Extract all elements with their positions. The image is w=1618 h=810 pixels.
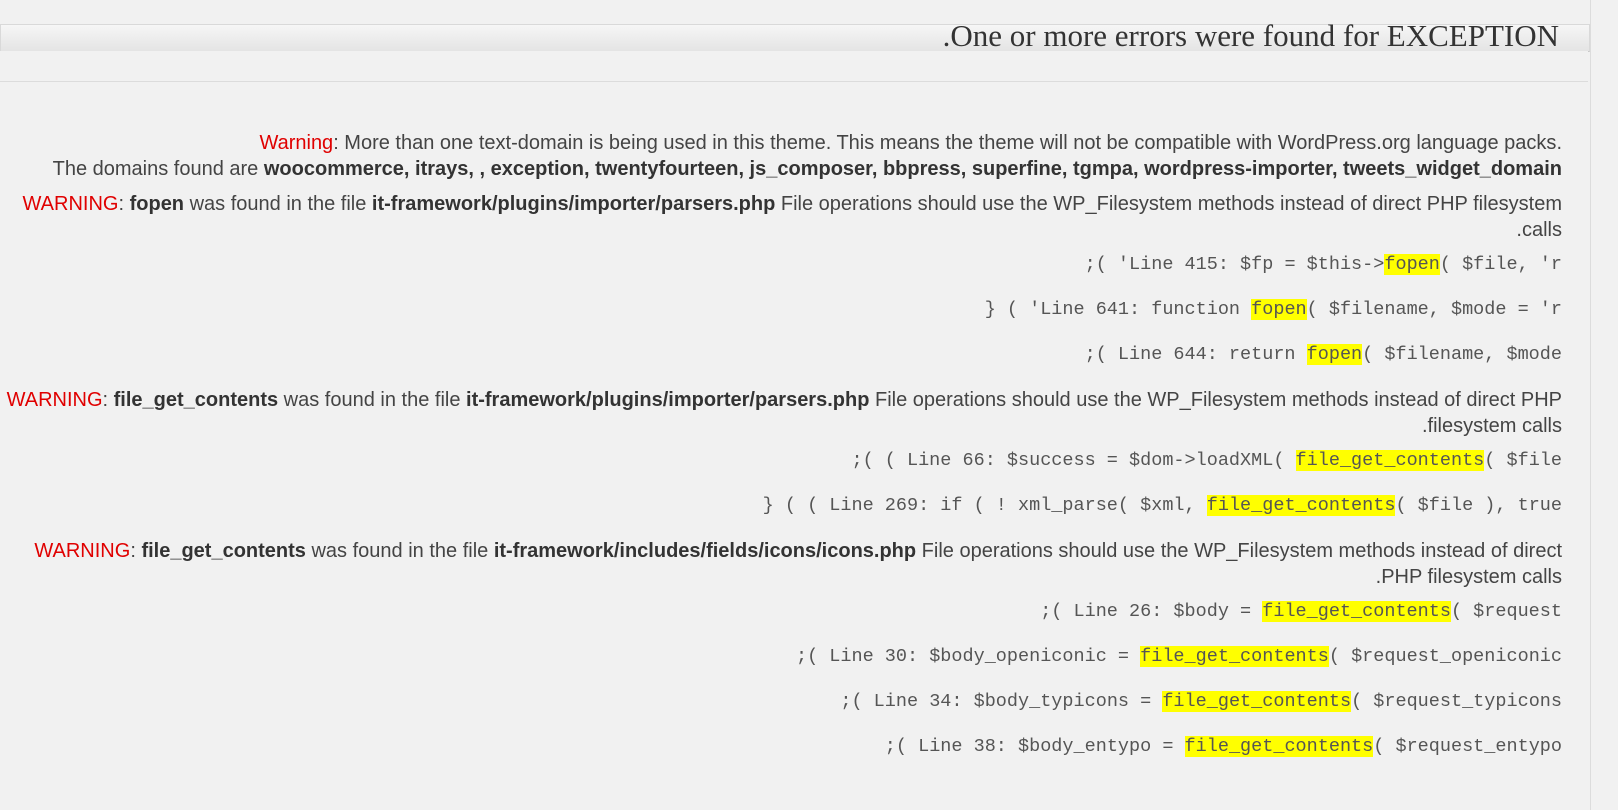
code-pre: ;( Line 644: return — [1084, 344, 1307, 365]
warning-label: WARNING — [34, 540, 131, 562]
code-line: ;( Line 38: $body_entypo = file_get_cont… — [2, 734, 1562, 760]
subheader-bar — [0, 51, 1588, 82]
code-post: ( $filename, $mode — [1362, 344, 1562, 365]
file-warning: WARNING: file_get_contents was found in … — [2, 538, 1562, 590]
warning-lead: . — [1556, 132, 1562, 154]
scrollbar[interactable] — [1591, 0, 1618, 810]
function-name: file_get_contents — [113, 389, 279, 411]
file-warning: WARNING: fopen was found in the file it-… — [2, 191, 1562, 243]
code-post: ( $request_openiconic — [1328, 646, 1562, 667]
file-path: it-framework/plugins/importer/parsers.ph… — [371, 193, 776, 215]
warning-text: File operations should use the WP_Filesy… — [869, 389, 1562, 437]
code-pre: } ( 'Line 641: function — [984, 299, 1252, 320]
highlighted-function: file_get_contents — [1140, 646, 1329, 667]
warning-mid: was found in the file — [278, 389, 467, 411]
code-pre: ;( ( Line 66: $success = $dom->loadXML( — [851, 450, 1296, 471]
function-name: file_get_contents — [141, 540, 306, 562]
code-line: ;( Line 26: $body = file_get_contents( $… — [2, 599, 1562, 625]
function-name: fopen — [129, 193, 185, 215]
code-post: ( $request_entypo — [1373, 736, 1562, 757]
colon: : — [102, 389, 114, 411]
text-domain-warning: . Warning: More than one text-domain is b… — [2, 130, 1562, 182]
highlighted-function: file_get_contents — [1262, 601, 1451, 622]
colon: : — [130, 540, 142, 562]
file-path: it-framework/includes/fields/icons/icons… — [493, 540, 917, 562]
code-post: ( $file, 'r — [1439, 254, 1562, 275]
code-line: } ( 'Line 641: function fopen( $filename… — [2, 297, 1562, 323]
code-pre: ;( 'Line 415: $fp = $this-> — [1084, 254, 1385, 275]
code-pre: ;( Line 30: $body_openiconic = — [795, 646, 1141, 667]
code-post: ( $request — [1450, 601, 1562, 622]
highlighted-function: fopen — [1306, 344, 1363, 365]
file-path: it-framework/plugins/importer/parsers.ph… — [466, 389, 870, 411]
code-line: ;( Line 30: $body_openiconic = file_get_… — [2, 644, 1562, 670]
code-line: ;( ( Line 66: $success = $dom->loadXML( … — [2, 448, 1562, 474]
warning-mid: was found in the file — [305, 540, 494, 562]
warning-label: WARNING — [6, 389, 103, 411]
code-post: ( $file — [1484, 450, 1562, 471]
page-title: .One or more errors were found for EXCEP… — [942, 18, 1559, 53]
warning-text: File operations should use the WP_Filesy… — [916, 540, 1562, 588]
highlighted-function: file_get_contents — [1295, 450, 1485, 471]
file-warning: WARNING: file_get_contents was found in … — [2, 387, 1562, 439]
code-post: ( $file ), true — [1395, 495, 1562, 516]
results-list: . Warning: More than one text-domain is b… — [2, 130, 1562, 779]
code-line: ;( 'Line 415: $fp = $this->fopen( $file,… — [2, 252, 1562, 278]
warning-text: File operations should use the WP_Filesy… — [775, 193, 1562, 241]
highlighted-function: file_get_contents — [1162, 691, 1352, 712]
domains-prefix: The domains found are — [52, 158, 264, 180]
highlighted-function: fopen — [1384, 254, 1440, 275]
code-line: } ( ( Line 269: if ( ! xml_parse( $xml, … — [2, 493, 1562, 519]
warning-mid: was found in the file — [184, 193, 372, 215]
code-pre: ;( Line 38: $body_entypo = — [884, 736, 1185, 757]
theme-check-page: .One or more errors were found for EXCEP… — [0, 0, 1591, 810]
warning-text: : More than one text-domain is being use… — [333, 132, 1557, 154]
code-line: ;( Line 644: return fopen( $filename, $m… — [2, 342, 1562, 368]
highlighted-function: file_get_contents — [1184, 736, 1374, 757]
file-warnings: WARNING: fopen was found in the file it-… — [2, 191, 1562, 760]
code-pre: ;( Line 34: $body_typicons = — [840, 691, 1163, 712]
highlighted-function: fopen — [1251, 299, 1307, 320]
warning-label: WARNING — [22, 193, 119, 215]
code-pre: } ( ( Line 269: if ( ! xml_parse( $xml, — [762, 495, 1207, 516]
results-header: .One or more errors were found for EXCEP… — [0, 18, 1590, 53]
code-post: ( $request_typicons — [1351, 691, 1562, 712]
domains-list: woocommerce, itrays, , exception, twenty… — [263, 158, 1562, 180]
code-line: ;( Line 34: $body_typicons = file_get_co… — [2, 689, 1562, 715]
warning-label: Warning — [259, 132, 334, 154]
code-pre: ;( Line 26: $body = — [1040, 601, 1263, 622]
code-post: ( $filename, $mode = 'r — [1306, 299, 1562, 320]
colon: : — [118, 193, 130, 215]
highlighted-function: file_get_contents — [1206, 495, 1396, 516]
